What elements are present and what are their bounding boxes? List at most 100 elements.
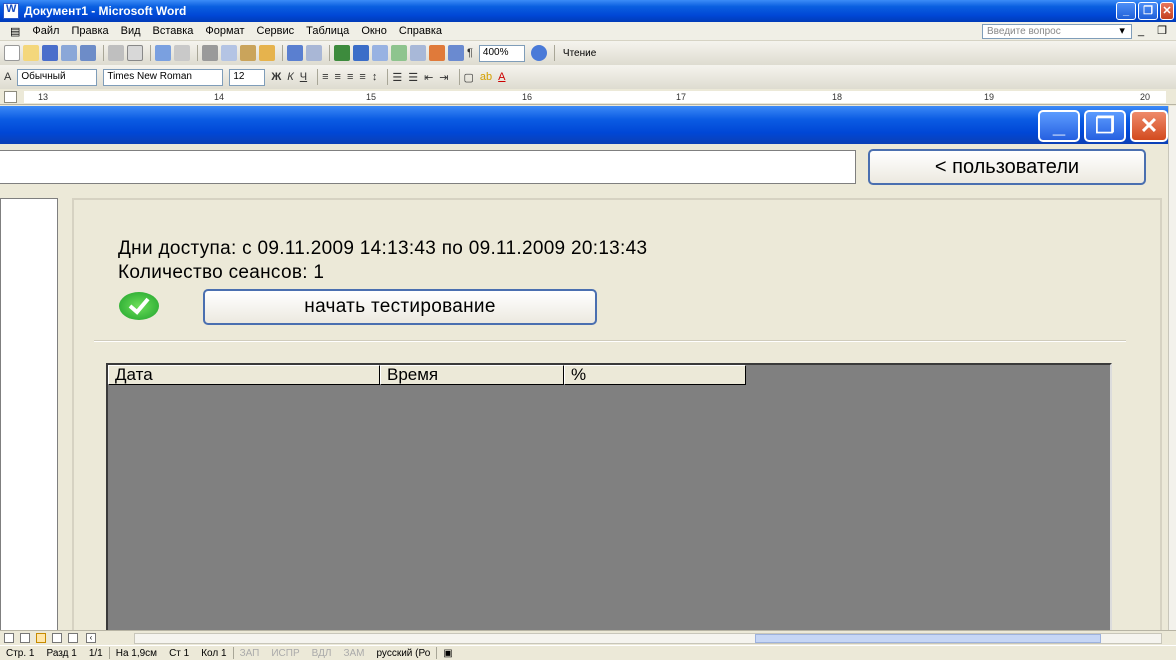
spelling-status-icon[interactable]: ▣: [437, 648, 458, 659]
new-document-icon[interactable]: [4, 45, 20, 61]
column-header-date[interactable]: Дата: [108, 365, 380, 385]
align-left-icon[interactable]: ≡: [322, 71, 328, 83]
align-right-icon[interactable]: ≡: [347, 71, 353, 83]
path-field[interactable]: [0, 150, 856, 184]
menu-insert[interactable]: Вставка: [147, 25, 200, 37]
research-icon[interactable]: [174, 45, 190, 61]
paste-icon[interactable]: [240, 45, 256, 61]
status-ovr[interactable]: ЗАМ: [337, 648, 370, 659]
horizontal-ruler[interactable]: 13 14 15 16 17 18 19 20: [0, 89, 1176, 105]
menu-view[interactable]: Вид: [115, 25, 147, 37]
redo-icon[interactable]: [306, 45, 322, 61]
line-spacing-icon[interactable]: ↕: [372, 71, 378, 83]
borders-icon[interactable]: ▢: [464, 71, 474, 84]
columns-icon[interactable]: [410, 45, 426, 61]
horizontal-scroll-thumb[interactable]: [755, 634, 1101, 643]
bold-icon[interactable]: Ж: [271, 71, 281, 83]
ask-question-input[interactable]: Введите вопрос: [982, 24, 1132, 39]
tables-borders-icon[interactable]: [353, 45, 369, 61]
menu-help[interactable]: Справка: [393, 25, 448, 37]
status-language: русский (Ро: [376, 647, 431, 659]
web-view-icon[interactable]: [20, 633, 30, 643]
styles-icon[interactable]: A: [4, 71, 11, 83]
document-map-icon[interactable]: [448, 45, 464, 61]
underline-icon[interactable]: Ч: [300, 71, 307, 83]
format-painter-icon[interactable]: [259, 45, 275, 61]
open-icon[interactable]: [23, 45, 39, 61]
horizontal-scrollbar[interactable]: [134, 633, 1162, 644]
numbering-icon[interactable]: ☰: [392, 71, 402, 84]
hyperlink-icon[interactable]: [334, 45, 350, 61]
permission-icon[interactable]: [61, 45, 77, 61]
ruler-number: 20: [1140, 92, 1151, 102]
menu-edit[interactable]: Правка: [65, 25, 114, 37]
highlight-icon[interactable]: ab: [480, 71, 492, 83]
scroll-left-icon[interactable]: ‹: [86, 633, 96, 643]
increase-indent-icon[interactable]: ⇥: [439, 71, 448, 84]
cut-icon[interactable]: [202, 45, 218, 61]
menu-table[interactable]: Таблица: [300, 25, 355, 37]
align-center-icon[interactable]: ≡: [335, 71, 341, 83]
minimize-icon[interactable]: _: [1116, 2, 1136, 20]
status-line: Ст 1: [169, 647, 190, 659]
insert-excel-icon[interactable]: [391, 45, 407, 61]
font-color-icon[interactable]: A: [498, 71, 505, 83]
document-area: _ ❐ ✕ < пользователи Дни доступа: с 09.1…: [0, 106, 1168, 630]
app-title-bar: _ ❐ ✕: [0, 106, 1168, 144]
show-formatting-icon[interactable]: ¶: [467, 47, 473, 59]
app-window-controls: _ ❐ ✕: [1038, 110, 1168, 142]
spelling-icon[interactable]: [155, 45, 171, 61]
bullets-icon[interactable]: ☰: [408, 71, 418, 84]
session-count-text: Количество сеансов: 1: [118, 262, 325, 283]
toolbar-separator: [282, 45, 283, 61]
email-icon[interactable]: [80, 45, 96, 61]
save-icon[interactable]: [42, 45, 58, 61]
help-icon[interactable]: [530, 45, 547, 61]
ruler-number: 16: [522, 92, 533, 102]
vertical-scrollbar[interactable]: [1168, 106, 1176, 630]
menu-window[interactable]: Окно: [355, 25, 393, 37]
close-icon[interactable]: ✕: [1160, 2, 1174, 20]
tab-selector-icon[interactable]: [4, 91, 17, 103]
users-button[interactable]: < пользователи: [868, 149, 1146, 185]
menu-file[interactable]: Файл: [26, 25, 65, 37]
ruler-number: 17: [676, 92, 687, 102]
italic-icon[interactable]: К: [287, 71, 293, 83]
view-bar: ‹: [0, 630, 1176, 645]
app-close-icon[interactable]: ✕: [1130, 110, 1168, 142]
outline-view-icon[interactable]: [52, 633, 62, 643]
font-select[interactable]: Times New Roman: [103, 68, 224, 86]
column-header-percent[interactable]: %: [564, 365, 746, 385]
insert-table-icon[interactable]: [372, 45, 388, 61]
normal-view-icon[interactable]: [4, 633, 14, 643]
zoom-select[interactable]: 400%: [478, 44, 525, 62]
status-ext[interactable]: ВДЛ: [306, 648, 338, 659]
reading-mode-button[interactable]: Чтение: [559, 48, 600, 59]
menu-bar: ▤ Файл Правка Вид Вставка Формат Сервис …: [0, 22, 1176, 41]
print-preview-icon[interactable]: [127, 45, 143, 61]
copy-icon[interactable]: [221, 45, 237, 61]
print-icon[interactable]: [108, 45, 124, 61]
print-layout-view-icon[interactable]: [36, 633, 46, 643]
drawing-icon[interactable]: [429, 45, 445, 61]
reading-view-icon[interactable]: [68, 633, 78, 643]
app-minimize-icon[interactable]: _: [1038, 110, 1080, 142]
restore-icon[interactable]: ❐: [1138, 2, 1158, 20]
font-size-select[interactable]: 12: [229, 68, 266, 86]
menu-format[interactable]: Формат: [199, 25, 250, 37]
justify-icon[interactable]: ≡: [359, 71, 365, 83]
document-menu-icon[interactable]: ▤: [4, 25, 26, 38]
style-select[interactable]: Обычный: [17, 68, 98, 86]
document-controls[interactable]: ▾ _ ❐: [1119, 24, 1172, 37]
column-header-time[interactable]: Время: [380, 365, 564, 385]
status-trk[interactable]: ИСПР: [265, 648, 305, 659]
status-page: Стр. 1: [6, 647, 35, 659]
results-grid[interactable]: Дата Время %: [106, 363, 1112, 630]
menu-tools[interactable]: Сервис: [251, 25, 301, 37]
undo-icon[interactable]: [287, 45, 303, 61]
decrease-indent-icon[interactable]: ⇤: [424, 71, 433, 84]
checkmark-icon: [119, 292, 159, 320]
start-testing-button[interactable]: начать тестирование: [203, 289, 597, 325]
app-restore-icon[interactable]: ❐: [1084, 110, 1126, 142]
status-rec[interactable]: ЗАП: [234, 648, 266, 659]
